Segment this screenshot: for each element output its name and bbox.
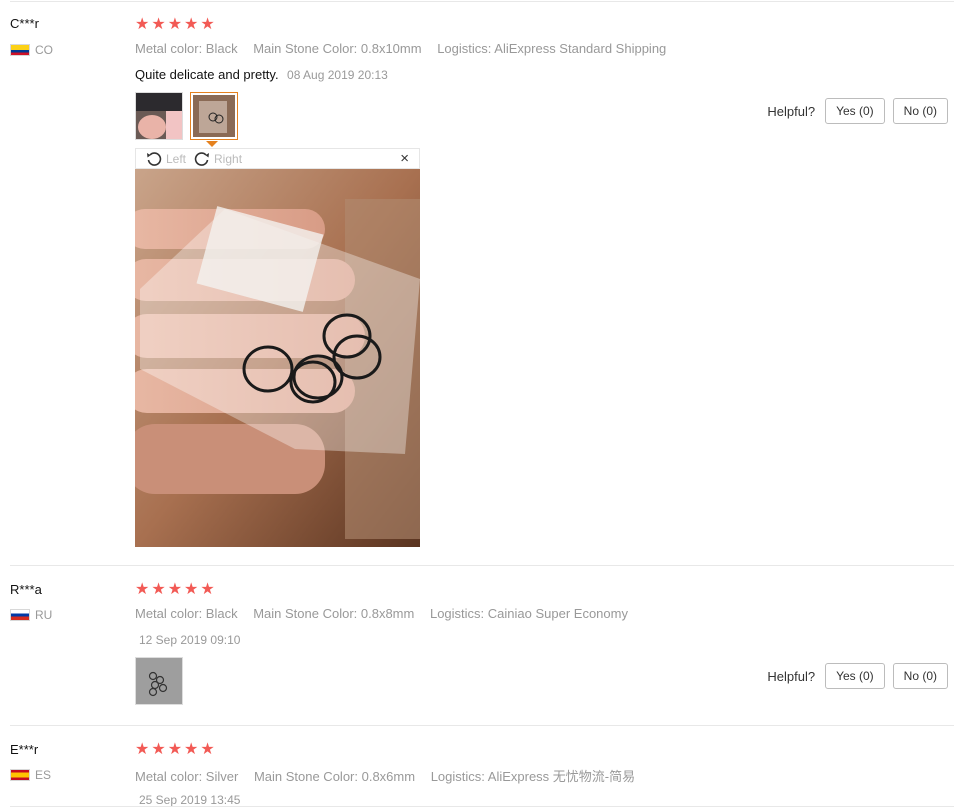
country-code: RU [35, 608, 53, 622]
review-divider [10, 1, 954, 2]
rotate-right-icon [194, 151, 210, 166]
review-attributes: Metal color: Black Main Stone Color: 0.8… [135, 606, 640, 621]
photo-thumbnail-image [136, 658, 182, 704]
review-attributes: Metal color: Silver Main Stone Color: 0.… [135, 766, 647, 785]
country-code: CO [35, 43, 53, 57]
helpful-yes-button[interactable]: Yes (0) [825, 663, 885, 689]
active-thumb-pointer [206, 141, 218, 147]
attr-stone-color: Main Stone Color: 0.8x8mm [253, 606, 415, 621]
review-photo-image [125, 169, 420, 547]
review-divider [10, 725, 954, 726]
reviewer-name: R***a [10, 582, 42, 597]
review-photo-thumb-active[interactable] [190, 92, 238, 140]
reviewer-name: E***r [10, 742, 39, 757]
helpful-vote: Helpful? Yes (0) No (0) [767, 663, 948, 689]
review-attributes: Metal color: Black Main Stone Color: 0.8… [135, 41, 678, 56]
attr-logistics: Logistics: AliExpress Standard Shipping [437, 41, 667, 56]
flag-icon [10, 609, 30, 621]
review-feedback: 12 Sep 2019 09:10 [135, 631, 240, 649]
image-viewer-toolbar: Left Right × [135, 148, 420, 169]
reviewer-country: ES [10, 768, 51, 782]
review-date: 25 Sep 2019 13:45 [139, 793, 241, 807]
helpful-vote: Helpful? Yes (0) No (0) [767, 98, 948, 124]
flag-icon [10, 769, 30, 781]
attr-metal-color: Metal color: Black [135, 606, 238, 621]
attr-stone-color: Main Stone Color: 0.8x10mm [253, 41, 422, 56]
feedback-text: Quite delicate and pretty. [135, 67, 279, 82]
rotate-right-label: Right [214, 151, 243, 166]
attr-metal-color: Metal color: Black [135, 41, 238, 56]
review-divider [10, 806, 954, 807]
helpful-label: Helpful? [767, 103, 816, 119]
helpful-label: Helpful? [767, 668, 816, 684]
helpful-no-button[interactable]: No (0) [892, 663, 948, 689]
star-rating: ★★★★★ [135, 581, 217, 598]
review-divider [10, 565, 954, 566]
star-rating: ★★★★★ [135, 741, 217, 758]
attr-logistics: Logistics: Cainiao Super Economy [429, 606, 628, 621]
reviewer-country: RU [10, 608, 52, 622]
reviewer-country: CO [10, 43, 53, 57]
review-feedback: Quite delicate and pretty. 08 Aug 2019 2… [135, 66, 388, 84]
review-date: 12 Sep 2019 09:10 [139, 633, 241, 647]
attr-logistics: Logistics: AliExpress 无忧物流-简易 [430, 769, 636, 784]
review-date: 08 Aug 2019 20:13 [287, 68, 388, 82]
rotate-left-button[interactable]: Left [146, 151, 186, 167]
country-code: ES [35, 768, 52, 782]
flag-icon [10, 44, 30, 56]
photo-thumbnail-image [193, 95, 235, 137]
star-rating: ★★★★★ [135, 16, 217, 33]
helpful-no-button[interactable]: No (0) [892, 98, 948, 124]
close-viewer-button[interactable]: × [400, 150, 409, 167]
reviewer-name: C***r [10, 16, 39, 31]
rotate-right-button[interactable]: Right [194, 151, 242, 167]
rotate-left-label: Left [166, 151, 187, 166]
review-photo-large [125, 169, 420, 547]
rotate-left-icon [147, 151, 162, 166]
photo-thumbnail-image [136, 93, 182, 139]
attr-metal-color: Metal color: Silver [135, 769, 239, 784]
review-photo-thumb[interactable] [135, 92, 183, 140]
helpful-yes-button[interactable]: Yes (0) [825, 98, 885, 124]
review-photo-thumb[interactable] [135, 657, 183, 705]
attr-stone-color: Main Stone Color: 0.8x6mm [253, 769, 416, 784]
